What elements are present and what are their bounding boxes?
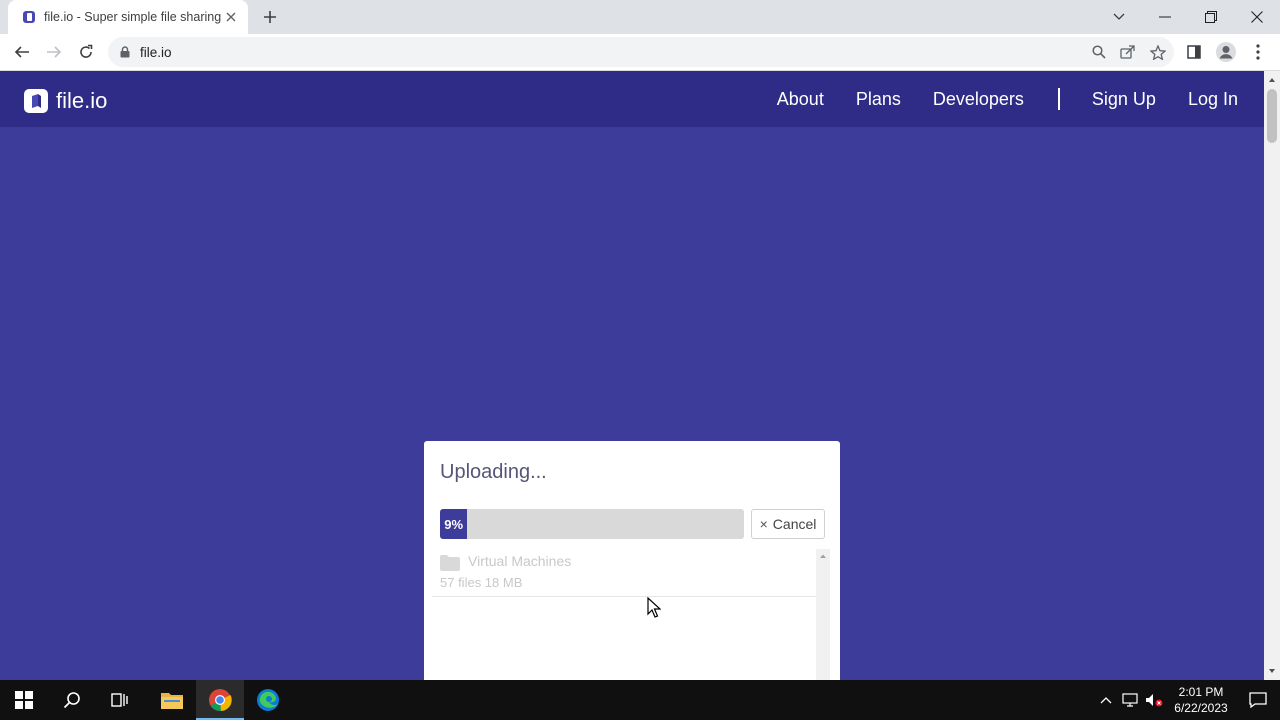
logo-icon bbox=[24, 89, 48, 113]
new-tab-icon[interactable] bbox=[258, 6, 282, 28]
start-icon[interactable] bbox=[0, 680, 48, 720]
nav-about[interactable]: About bbox=[777, 89, 824, 110]
minimize-icon[interactable] bbox=[1142, 0, 1188, 34]
search-icon[interactable] bbox=[48, 680, 96, 720]
file-meta: 57 files 18 MB bbox=[440, 575, 523, 590]
nav-log-in[interactable]: Log In bbox=[1188, 89, 1238, 110]
chevron-up-icon[interactable] bbox=[1094, 696, 1118, 704]
mouse-cursor-icon bbox=[647, 597, 661, 618]
nav-plans[interactable]: Plans bbox=[856, 89, 901, 110]
chrome-icon[interactable] bbox=[196, 680, 244, 720]
zoom-icon[interactable] bbox=[1092, 45, 1106, 59]
edge-icon[interactable] bbox=[244, 680, 292, 720]
network-icon[interactable] bbox=[1118, 693, 1142, 707]
file-list-scrollbar[interactable] bbox=[816, 549, 830, 680]
file-explorer-icon[interactable] bbox=[148, 680, 196, 720]
volume-muted-icon[interactable] bbox=[1142, 693, 1166, 707]
task-view-icon[interactable] bbox=[96, 680, 144, 720]
back-icon[interactable] bbox=[8, 38, 36, 66]
window-controls bbox=[1096, 0, 1280, 34]
address-bar[interactable]: file.io bbox=[108, 37, 1174, 67]
file-list[interactable]: Virtual Machines 57 files 18 MB bbox=[432, 549, 830, 680]
reload-icon[interactable] bbox=[72, 38, 100, 66]
profile-icon[interactable] bbox=[1212, 38, 1240, 66]
browser-tab-strip: file.io - Super simple file sharing bbox=[0, 0, 1280, 34]
tab-title: file.io - Super simple file sharing bbox=[44, 10, 222, 24]
progress-label: 9% bbox=[444, 516, 464, 532]
cancel-button[interactable]: × Cancel bbox=[751, 509, 825, 539]
upload-progress-fill: 9% bbox=[440, 509, 468, 539]
upload-card: Uploading... 9% × Cancel Virtual Machine… bbox=[424, 441, 840, 680]
scroll-down-icon[interactable] bbox=[1264, 664, 1280, 678]
forward-icon[interactable] bbox=[40, 38, 68, 66]
window-close-icon[interactable] bbox=[1234, 0, 1280, 34]
nav-developers[interactable]: Developers bbox=[933, 89, 1024, 110]
folder-icon bbox=[440, 555, 460, 576]
taskbar: 2:01 PM 6/22/2023 bbox=[0, 680, 1280, 720]
url-text: file.io bbox=[140, 44, 172, 60]
logo-text: file.io bbox=[56, 88, 108, 113]
close-icon: × bbox=[759, 516, 768, 532]
scrollbar-thumb[interactable] bbox=[1267, 89, 1277, 143]
notification-icon[interactable] bbox=[1236, 692, 1280, 708]
browser-tab[interactable]: file.io - Super simple file sharing bbox=[8, 0, 248, 34]
favicon-icon bbox=[22, 10, 36, 24]
chevron-down-icon[interactable] bbox=[1096, 0, 1142, 34]
menu-icon[interactable] bbox=[1244, 38, 1272, 66]
nav-divider bbox=[1057, 88, 1060, 110]
system-tray: 2:01 PM 6/22/2023 bbox=[1094, 680, 1280, 720]
nav-sign-up[interactable]: Sign Up bbox=[1092, 89, 1156, 110]
star-icon[interactable] bbox=[1150, 44, 1166, 60]
site-header: file.io About Plans Developers Sign Up L… bbox=[0, 71, 1264, 127]
browser-toolbar: file.io bbox=[0, 34, 1280, 71]
upload-title: Uploading... bbox=[440, 461, 547, 483]
cancel-label: Cancel bbox=[772, 516, 817, 532]
clock[interactable]: 2:01 PM 6/22/2023 bbox=[1166, 684, 1236, 716]
scroll-up-icon[interactable] bbox=[816, 550, 830, 562]
lock-icon[interactable] bbox=[120, 46, 130, 58]
list-item[interactable]: Virtual Machines 57 files 18 MB bbox=[432, 549, 822, 597]
file-name: Virtual Machines bbox=[468, 553, 572, 569]
page-content: file.io About Plans Developers Sign Up L… bbox=[0, 71, 1264, 680]
restore-icon[interactable] bbox=[1188, 0, 1234, 34]
logo[interactable]: file.io bbox=[24, 88, 107, 114]
clock-time: 2:01 PM bbox=[1178, 685, 1224, 699]
upload-progress-bar: 9% bbox=[440, 509, 744, 539]
page-scrollbar[interactable] bbox=[1264, 71, 1280, 680]
scroll-up-icon[interactable] bbox=[1264, 73, 1280, 87]
side-panel-icon[interactable] bbox=[1180, 38, 1208, 66]
clock-date: 6/22/2023 bbox=[1174, 701, 1228, 715]
share-icon[interactable] bbox=[1120, 45, 1136, 59]
site-nav: About Plans Developers Sign Up Log In bbox=[745, 88, 1238, 110]
close-icon[interactable] bbox=[222, 8, 240, 26]
